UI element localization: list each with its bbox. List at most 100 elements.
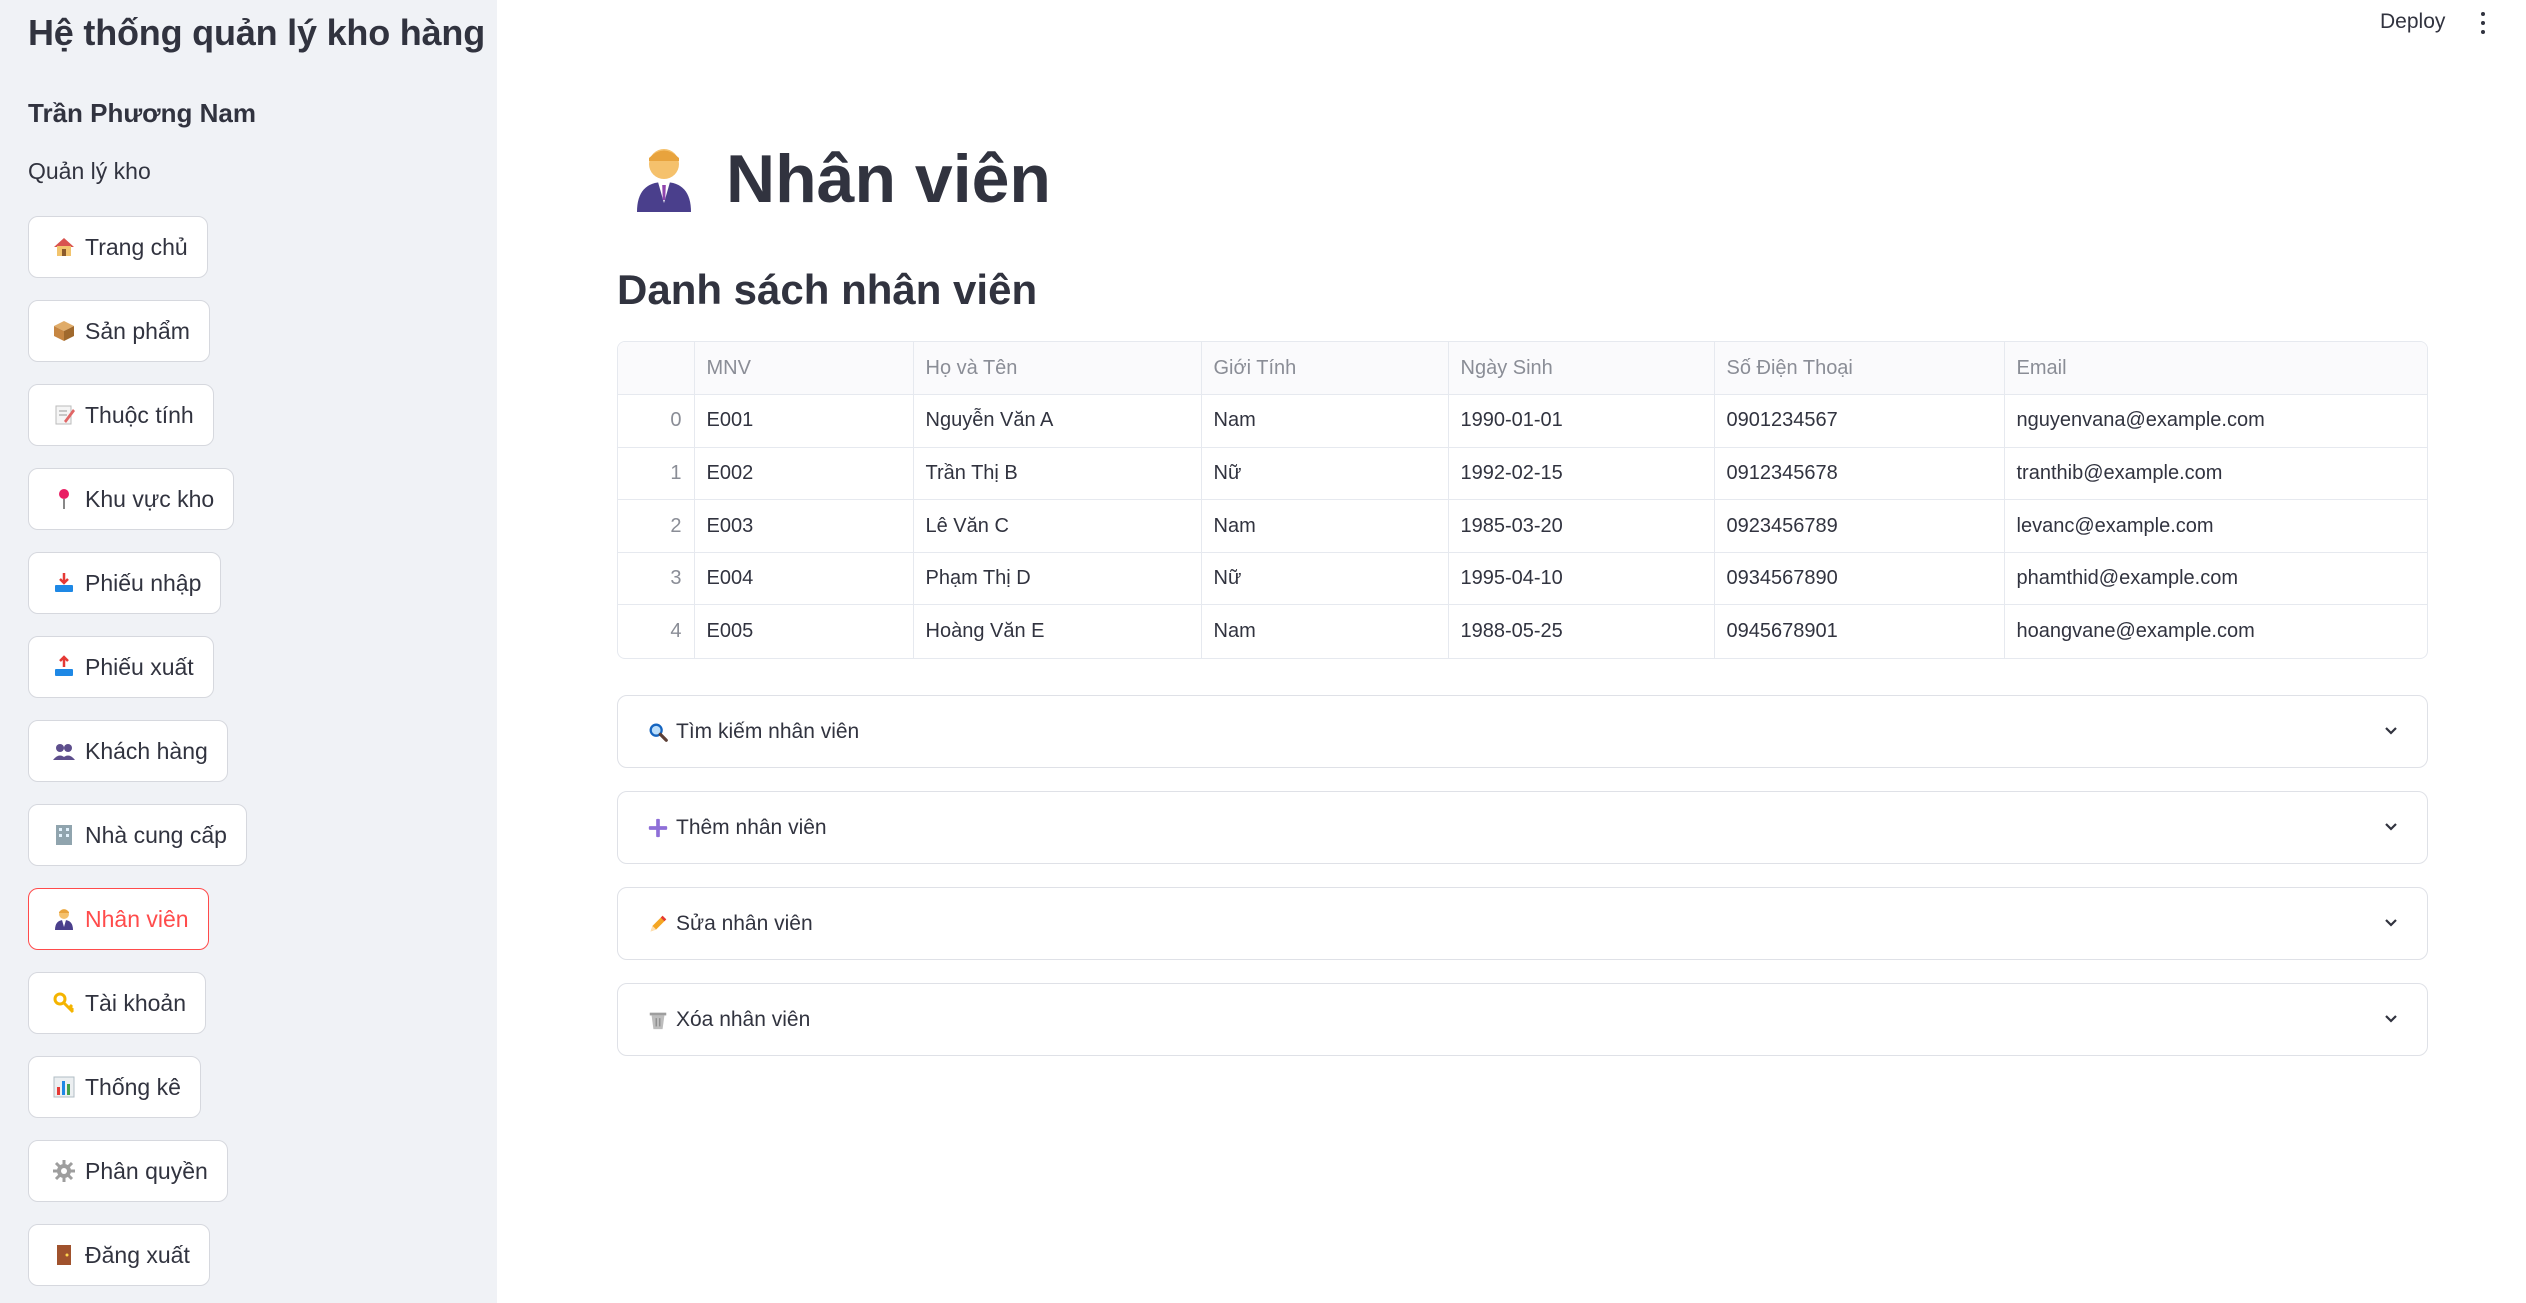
- sidebar-item-label: Đăng xuất: [85, 1241, 190, 1268]
- column-header-gioi-tinh[interactable]: Giới Tính: [1201, 342, 1449, 396]
- table-cell[interactable]: levanc@example.com: [2004, 499, 2427, 553]
- column-header-so-dien-thoai[interactable]: Số Điện Thoại: [1714, 342, 2005, 396]
- sidebar-item-phan-quyen[interactable]: Phân quyền: [28, 1140, 228, 1202]
- table-cell[interactable]: E002: [694, 447, 914, 501]
- table-cell[interactable]: Hoàng Văn E: [913, 604, 1202, 658]
- expander-tim-kiem-nhan-vien[interactable]: Tìm kiếm nhân viên: [617, 695, 2428, 768]
- column-header-email[interactable]: Email: [2004, 342, 2427, 396]
- office-building-icon: [51, 822, 77, 848]
- expander-xoa-nhan-vien[interactable]: Xóa nhân viên: [617, 983, 2428, 1056]
- bar-chart-icon: [51, 1074, 77, 1100]
- chevron-down-icon: [2385, 919, 2397, 927]
- table-cell[interactable]: E003: [694, 499, 914, 553]
- employee-table[interactable]: MNV Họ và Tên Giới Tính Ngày Sinh Số Điệ…: [617, 341, 2428, 659]
- sidebar-item-phieu-xuat[interactable]: Phiếu xuất: [28, 636, 214, 698]
- table-cell[interactable]: 0912345678: [1714, 447, 2005, 501]
- sidebar: Hệ thống quản lý kho hàng Trần Phương Na…: [0, 0, 497, 1303]
- table-cell[interactable]: Phạm Thị D: [913, 552, 1202, 606]
- sidebar-item-tai-khoan[interactable]: Tài khoản: [28, 972, 207, 1034]
- table-cell[interactable]: tranthib@example.com: [2004, 447, 2427, 501]
- row-index[interactable]: 4: [618, 604, 695, 658]
- table-cell[interactable]: E001: [694, 394, 914, 448]
- row-index[interactable]: 3: [618, 552, 695, 606]
- sidebar-item-khach-hang[interactable]: Khách hàng: [28, 720, 228, 782]
- people-icon: [51, 738, 77, 764]
- table-row: 1 E002 Trần Thị B Nữ 1992-02-15 09123456…: [618, 447, 2427, 501]
- column-header-index[interactable]: [618, 342, 695, 396]
- pencil-icon: [646, 912, 670, 936]
- section-title: Danh sách nhân viên: [617, 266, 1038, 313]
- sidebar-item-thuoc-tinh[interactable]: Thuộc tính: [28, 384, 214, 446]
- outbox-tray-icon: [51, 654, 77, 680]
- table-cell[interactable]: 0901234567: [1714, 394, 2005, 448]
- sidebar-item-label: Tài khoản: [85, 989, 187, 1016]
- table-cell[interactable]: Nam: [1201, 499, 1449, 553]
- expander-label: Xóa nhân viên: [676, 1007, 811, 1031]
- sidebar-item-dang-xuat[interactable]: Đăng xuất: [28, 1224, 210, 1286]
- table-cell[interactable]: phamthid@example.com: [2004, 552, 2427, 606]
- sidebar-item-phieu-nhap[interactable]: Phiếu nhập: [28, 552, 222, 614]
- column-header-ho-va-ten[interactable]: Họ và Tên: [913, 342, 1202, 396]
- table-cell[interactable]: Nữ: [1201, 447, 1449, 501]
- table-cell[interactable]: 1992-02-15: [1448, 447, 1715, 501]
- table-cell[interactable]: Nam: [1201, 604, 1449, 658]
- sidebar-item-thong-ke[interactable]: Thống kê: [28, 1056, 201, 1118]
- table-cell[interactable]: E005: [694, 604, 914, 658]
- sidebar-item-san-pham[interactable]: Sản phẩm: [28, 300, 210, 362]
- sidebar-item-label: Khách hàng: [85, 737, 208, 764]
- sidebar-item-label: Thuộc tính: [85, 401, 194, 428]
- package-icon: [51, 318, 77, 344]
- sidebar-item-nhan-vien[interactable]: Nhân viên: [28, 888, 209, 950]
- sidebar-item-khu-vuc-kho[interactable]: Khu vực kho: [28, 468, 235, 530]
- house-icon: [51, 234, 77, 260]
- gear-icon: [51, 1158, 77, 1184]
- expander-label: Thêm nhân viên: [676, 815, 827, 839]
- sidebar-item-trang-chu[interactable]: Trang chủ: [28, 216, 208, 278]
- table-cell[interactable]: E004: [694, 552, 914, 606]
- table-cell[interactable]: hoangvane@example.com: [2004, 605, 2427, 658]
- key-icon: [51, 990, 77, 1016]
- table-header-row: MNV Họ và Tên Giới Tính Ngày Sinh Số Điệ…: [618, 342, 2427, 396]
- table-row: 0 E001 Nguyễn Văn A Nam 1990-01-01 09012…: [618, 394, 2427, 448]
- row-index[interactable]: 1: [618, 447, 695, 501]
- row-index[interactable]: 2: [618, 499, 695, 553]
- sidebar-item-label: Sản phẩm: [85, 317, 190, 344]
- chevron-down-icon: [2385, 1015, 2397, 1023]
- pin-icon: [51, 486, 77, 512]
- column-header-ngay-sinh[interactable]: Ngày Sinh: [1448, 342, 1715, 396]
- user-role: Quản lý kho: [28, 158, 151, 184]
- table-cell[interactable]: nguyenvana@example.com: [2004, 394, 2427, 448]
- expander-sua-nhan-vien[interactable]: Sửa nhân viên: [617, 887, 2428, 960]
- table-cell[interactable]: Nam: [1201, 394, 1449, 448]
- table-cell[interactable]: 0934567890: [1714, 552, 2005, 606]
- table-cell[interactable]: 1988-05-25: [1448, 604, 1715, 658]
- table-cell[interactable]: 0945678901: [1714, 604, 2005, 658]
- expander-them-nhan-vien[interactable]: Thêm nhân viên: [617, 791, 2428, 864]
- memo-icon: [51, 402, 77, 428]
- table-cell[interactable]: 0923456789: [1714, 499, 2005, 553]
- table-row: 4 E005 Hoàng Văn E Nam 1988-05-25 094567…: [618, 604, 2427, 658]
- sidebar-item-label: Thống kê: [85, 1073, 181, 1100]
- table-cell[interactable]: Lê Văn C: [913, 499, 1202, 553]
- app-title: Hệ thống quản lý kho hàng: [28, 12, 485, 53]
- page-heading: Nhân viên: [726, 141, 1051, 217]
- office-worker-icon: [628, 143, 700, 215]
- table-cell[interactable]: Nữ: [1201, 552, 1449, 606]
- table-row: 3 E004 Phạm Thị D Nữ 1995-04-10 09345678…: [618, 552, 2427, 606]
- sidebar-item-label: Phân quyền: [85, 1157, 208, 1184]
- table-cell[interactable]: Trần Thị B: [913, 447, 1202, 501]
- inbox-tray-icon: [51, 570, 77, 596]
- page-title: Nhân viên: [628, 140, 1051, 218]
- table-row: 2 E003 Lê Văn C Nam 1985-03-20 092345678…: [618, 499, 2427, 553]
- sidebar-item-label: Phiếu xuất: [85, 653, 194, 680]
- chevron-down-icon: [2385, 823, 2397, 831]
- table-cell[interactable]: 1995-04-10: [1448, 552, 1715, 606]
- table-cell[interactable]: 1985-03-20: [1448, 499, 1715, 553]
- table-cell[interactable]: 1990-01-01: [1448, 394, 1715, 448]
- deploy-button[interactable]: Deploy: [2380, 10, 2445, 34]
- sidebar-item-nha-cung-cap[interactable]: Nhà cung cấp: [28, 804, 247, 866]
- table-cell[interactable]: Nguyễn Văn A: [913, 394, 1202, 448]
- more-options-icon[interactable]: [2478, 12, 2488, 38]
- column-header-mnv[interactable]: MNV: [694, 342, 914, 396]
- row-index[interactable]: 0: [618, 394, 695, 448]
